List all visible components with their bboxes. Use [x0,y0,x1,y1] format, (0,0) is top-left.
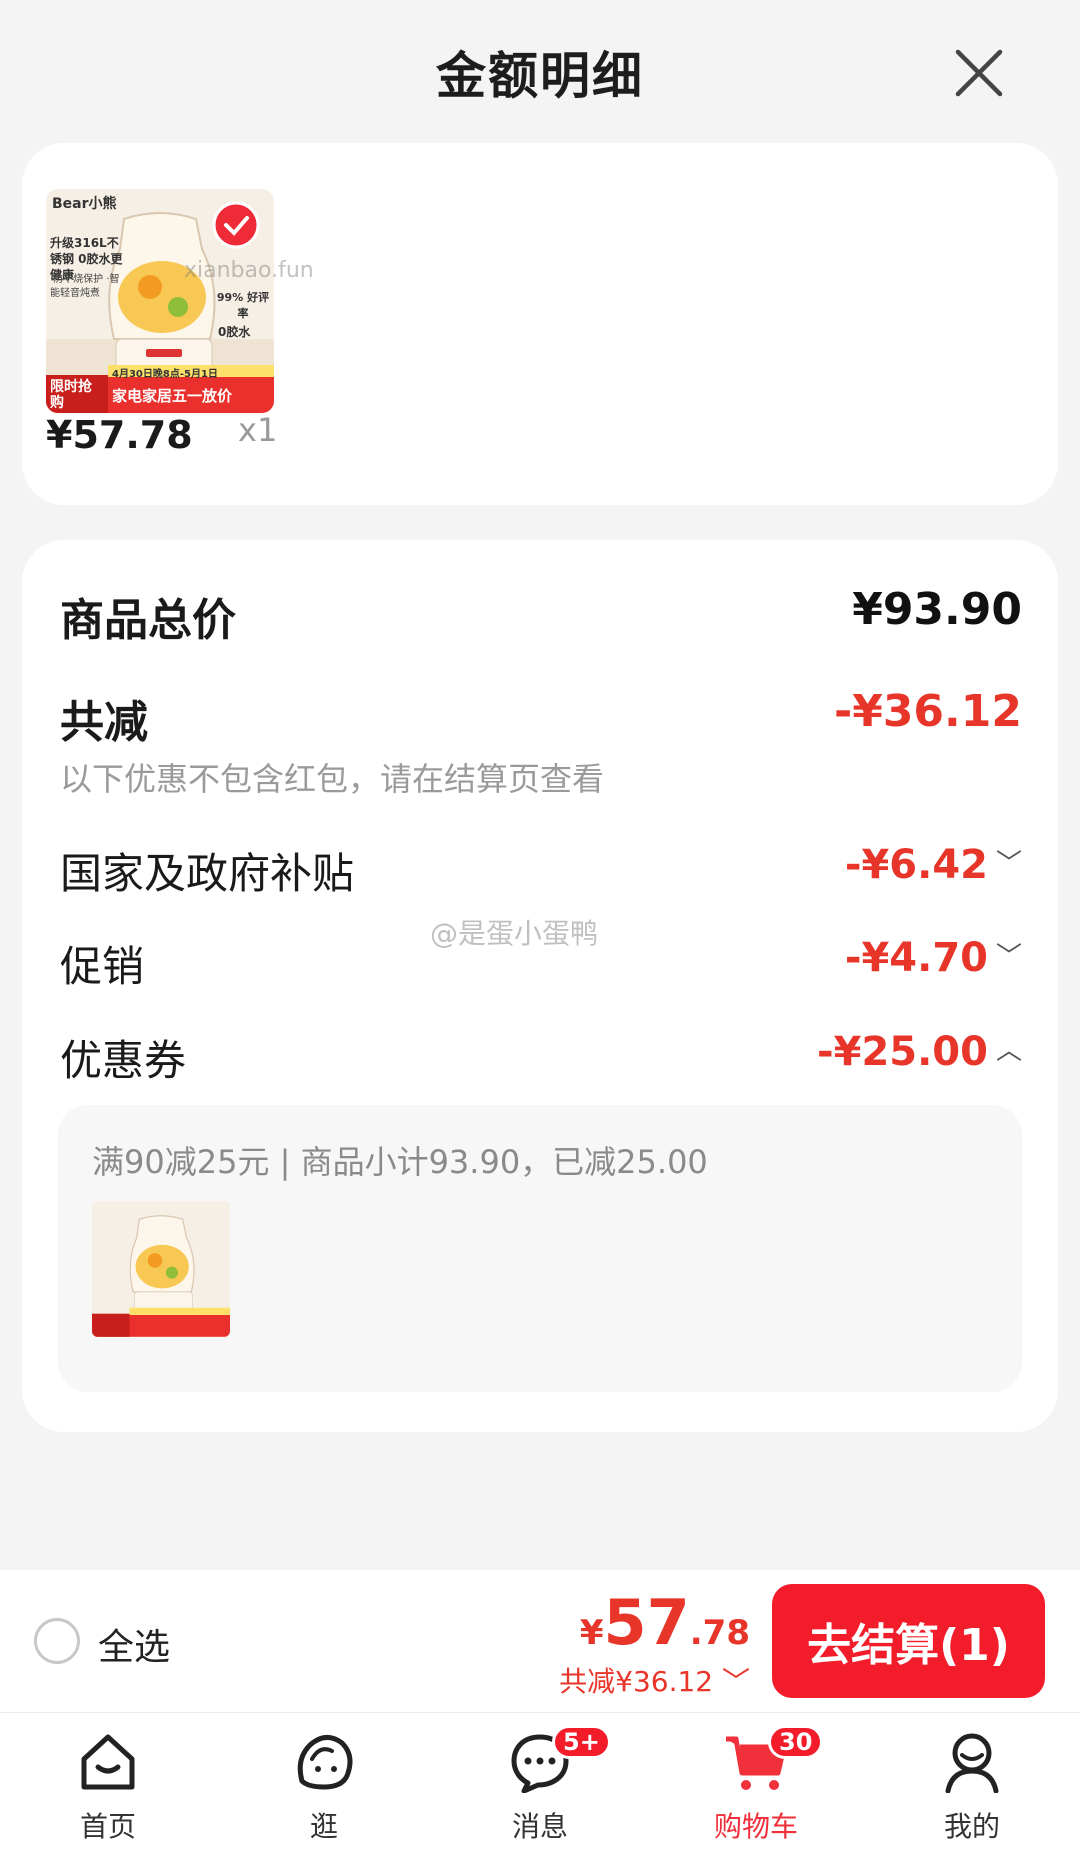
image-features: ·防干烧保护 ·智能轻音炖煮 [50,274,120,299]
currency-symbol: ¥ [579,1613,604,1653]
select-all-label[interactable]: 全选 [98,1618,170,1670]
product-card: Bear小熊 升级316L不锈钢 0胶水更健康 ·防干烧保护 ·智能轻音炖煮 9… [22,143,1058,505]
promotion-value: -¥4.70 [844,935,988,981]
coupon-value: -¥25.00 [817,1029,988,1075]
checkout-bar: 全选 ¥57.78 共减¥36.12 ﹀ 去结算(1) [0,1570,1080,1712]
product-quantity: x1 [238,411,278,449]
tab-browse[interactable]: 逛 [216,1713,432,1857]
checkout-total: ¥57.78 [580,1586,750,1659]
bottom-tab-bar: 首页 逛 5+ 消息 30 购物车 我的 [0,1712,1080,1857]
coupon-label: 优惠券 [60,1036,187,1085]
price-decimal: .78 [689,1613,750,1653]
checkout-button[interactable]: 去结算(1) [772,1584,1045,1698]
select-all-radio[interactable] [34,1618,80,1664]
promotion-label: 促销 [60,942,145,991]
image-date: 4月30日晚8点-5月1日 [112,369,218,380]
subsidy-value: -¥6.42 [844,842,988,888]
brand-label: Bear小熊 [52,196,117,212]
promotion-row[interactable]: -¥4.70 ﹀ [845,935,1022,981]
image-tag: 0胶水 [218,325,251,339]
tab-label: 首页 [79,1810,136,1843]
tab-profile[interactable]: 我的 [864,1713,1080,1857]
tab-messages[interactable]: 5+ 消息 [432,1713,648,1857]
profile-icon [945,1733,999,1793]
chevron-down-icon: ﹀ [995,849,1022,879]
saving-summary[interactable]: 共减¥36.12 ﹀ [559,1660,750,1700]
discount-label: 共减 [60,697,148,748]
price-breakdown-card: 商品总价 ¥93.90 共减 -¥36.12 以下优惠不包含红包，请在结算页查看… [22,540,1058,1432]
subsidy-label: 国家及政府补贴 [60,849,355,898]
tab-home[interactable]: 首页 [0,1713,216,1857]
tab-cart[interactable]: 30 购物车 [648,1713,864,1857]
total-price-value: ¥93.90 [852,584,1022,635]
tab-label: 购物车 [713,1810,798,1843]
coupon-row[interactable]: -¥25.00 ︿ [817,1029,1022,1075]
tab-label: 逛 [309,1810,338,1843]
product-image[interactable]: Bear小熊 升级316L不锈钢 0胶水更健康 ·防干烧保护 ·智能轻音炖煮 9… [46,189,274,413]
subsidy-row[interactable]: -¥6.42 ﹀ [845,842,1022,888]
coupon-detail-text: 满90减25元 | 商品小计93.90，已减25.00 [92,1143,708,1181]
image-promo: 家电家居五一放价 [112,387,233,405]
home-icon [81,1734,135,1790]
chevron-up-icon: ︿ [995,1036,1022,1066]
total-price-label: 商品总价 [60,595,236,646]
discount-note: 以下优惠不包含红包，请在结算页查看 [60,760,605,798]
close-icon[interactable] [952,46,1006,100]
product-price: ¥57.78 [46,413,193,457]
browse-icon [297,1735,353,1790]
coupon-product-image [92,1201,230,1337]
amount-detail-sheet: 金额明细 Bear小熊 升级316L不锈钢 0胶水更健康 ·防干烧保护 ·智能轻… [0,0,1080,1570]
weibo-watermark: @是蛋小蛋鸭 [430,917,599,950]
coupon-detail-box: 满90减25元 | 商品小计93.90，已减25.00 [58,1105,1022,1392]
discount-value: -¥36.12 [833,686,1022,737]
price-integer: 57 [603,1586,690,1659]
tab-label: 消息 [511,1810,568,1843]
watermark-text: xianbao.fun [184,258,314,283]
sheet-title: 金额明细 [436,47,644,105]
image-rating: 99% 好评率 [216,291,270,320]
chevron-down-icon: ﹀ [995,942,1022,972]
tab-label: 我的 [943,1810,1000,1843]
message-badge: 5+ [552,1725,611,1759]
image-badge: 限时抢购 [50,379,92,411]
cart-badge: 30 [768,1725,824,1759]
